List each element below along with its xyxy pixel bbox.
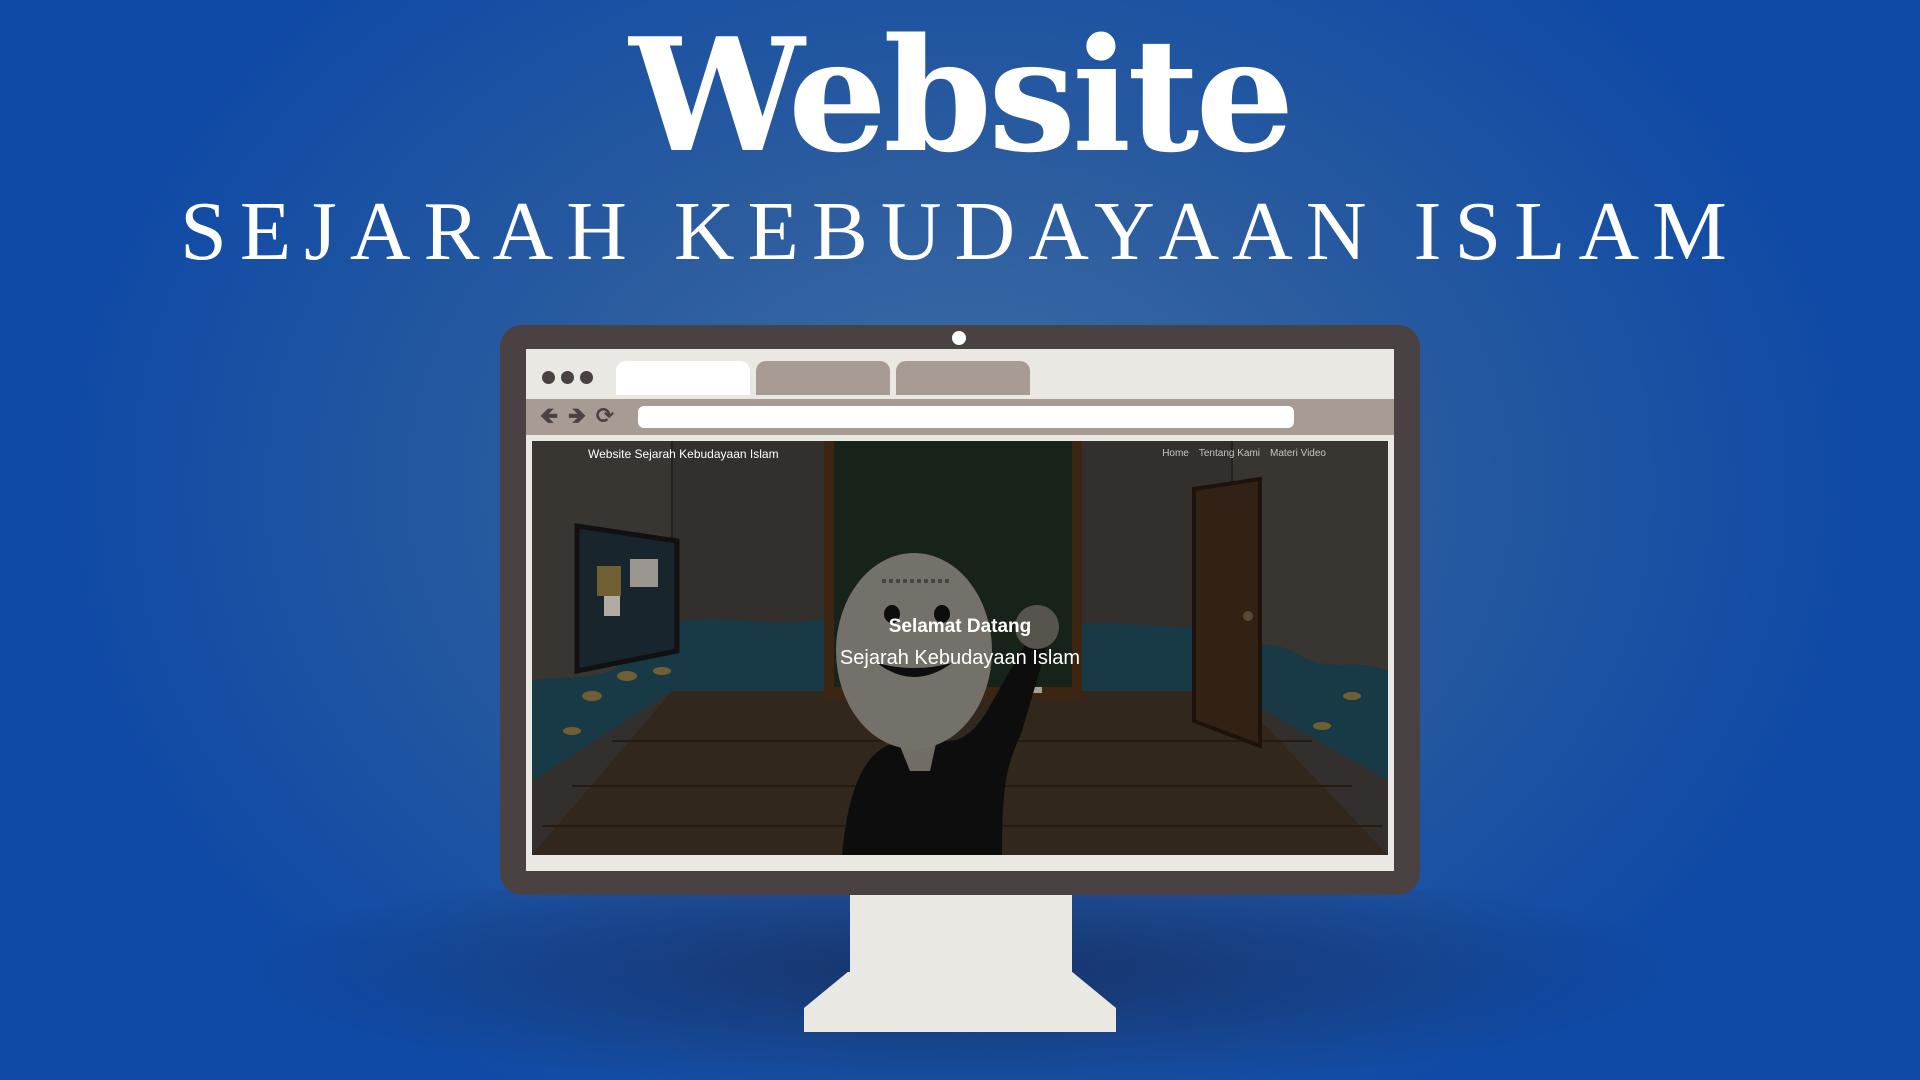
hero-title: Selamat Datang (888, 616, 1032, 637)
browser-toolbar: 🡸 🡺 ⟳ (526, 399, 1394, 435)
window-controls (542, 371, 593, 384)
hero-subtitle: Sejarah Kebudayaan Islam (839, 647, 1081, 669)
nav-link-materi-video[interactable]: Materi Video (1270, 448, 1326, 459)
browser-tab[interactable] (896, 361, 1030, 395)
website-viewport: Website Sejarah Kebudayaan Islam Home Te… (532, 441, 1388, 855)
poster-subheadline: SEJARAH KEBUDAYAAN ISLAM (180, 185, 1740, 278)
monitor-stand-base (804, 972, 1116, 1032)
site-nav: Home Tentang Kami Materi Video (1162, 448, 1326, 459)
monitor-stand-neck (850, 895, 1072, 975)
address-bar[interactable] (638, 406, 1294, 428)
site-brand[interactable]: Website Sejarah Kebudayaan Islam (588, 447, 779, 461)
browser-window: 🡸 🡺 ⟳ Website Sejarah Kebudayaan Islam H… (526, 349, 1394, 871)
webcam-icon (952, 331, 966, 345)
browser-tab[interactable] (756, 361, 890, 395)
poster-headline: Website (629, 4, 1294, 187)
window-control-dot[interactable] (542, 371, 555, 384)
reload-icon[interactable]: ⟳ (592, 403, 618, 431)
window-control-dot[interactable] (580, 371, 593, 384)
nav-link-home[interactable]: Home (1162, 448, 1189, 459)
back-arrow-icon[interactable]: 🡸 (536, 403, 562, 431)
monitor: 🡸 🡺 ⟳ Website Sejarah Kebudayaan Islam H… (500, 325, 1420, 895)
forward-arrow-icon[interactable]: 🡺 (564, 403, 590, 431)
browser-tab-active[interactable] (616, 361, 750, 395)
window-control-dot[interactable] (561, 371, 574, 384)
nav-link-tentang-kami[interactable]: Tentang Kami (1199, 448, 1260, 459)
